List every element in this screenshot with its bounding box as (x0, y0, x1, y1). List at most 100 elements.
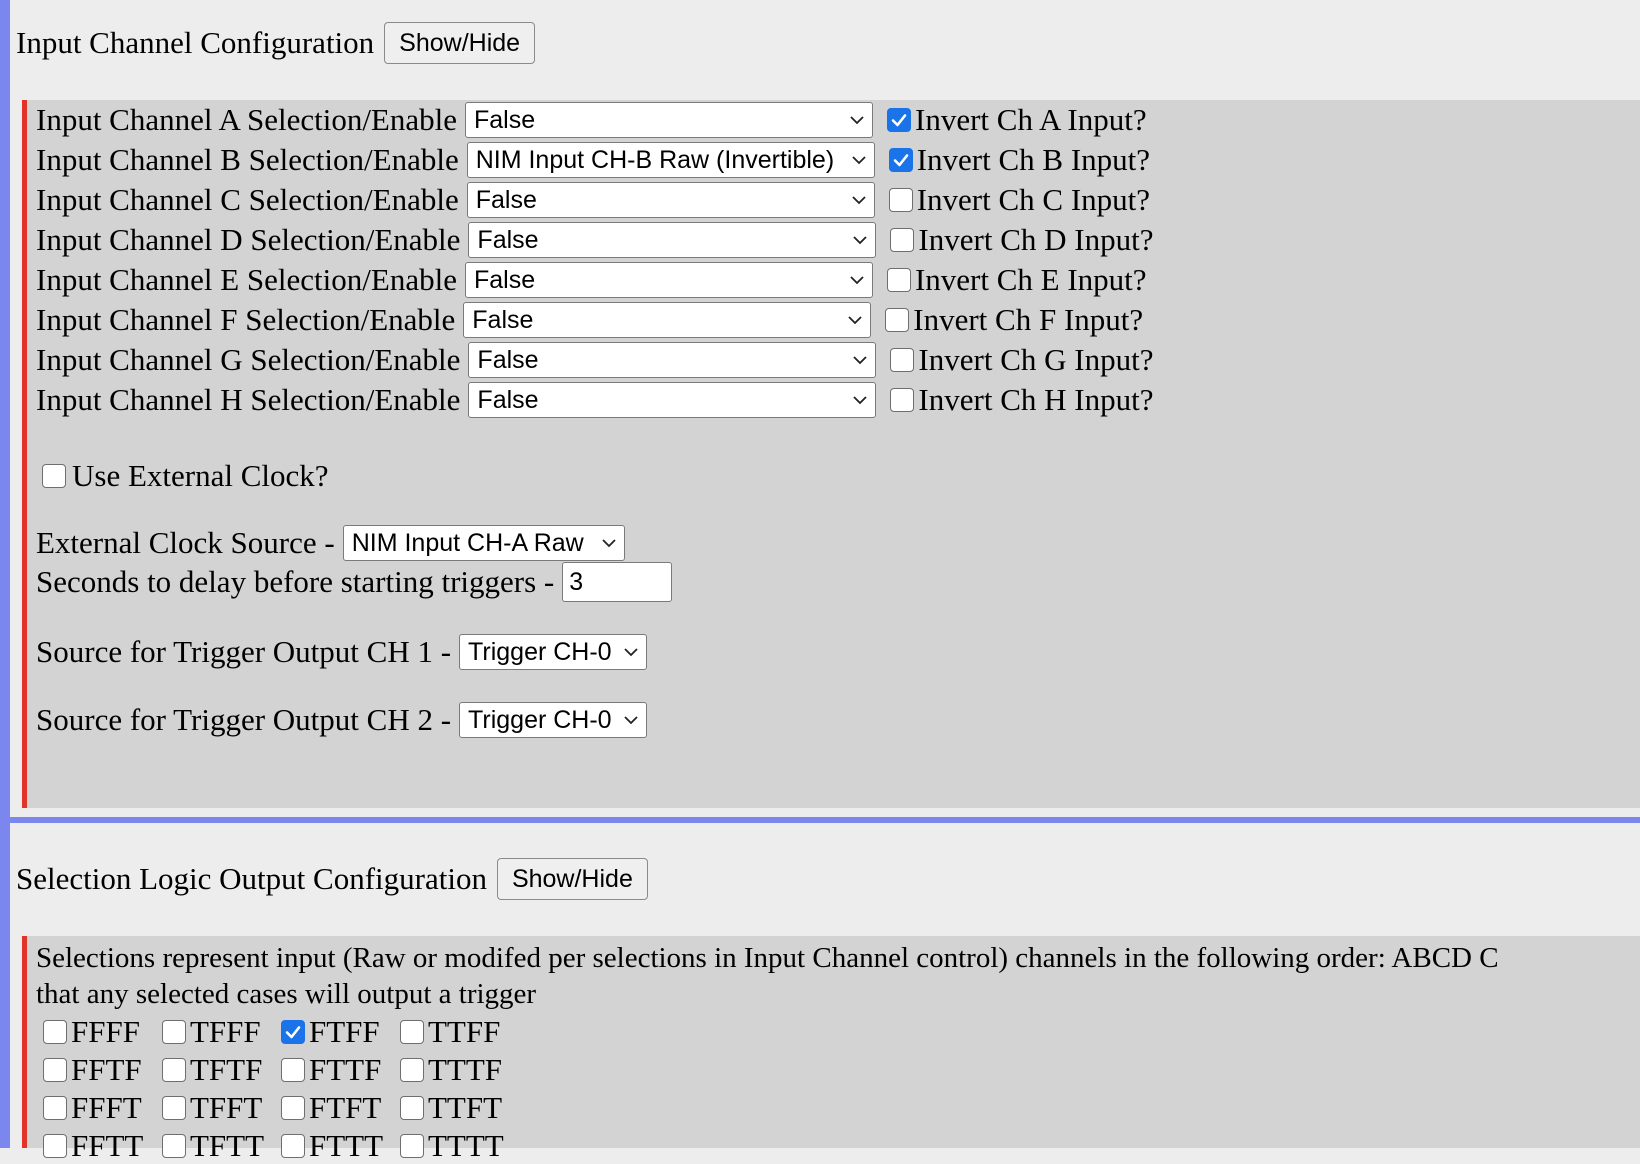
logic-case-option[interactable]: TTTT (400, 1128, 519, 1164)
logic-case-checkbox[interactable] (162, 1096, 186, 1120)
use-external-clock-label: Use External Clock? (72, 458, 329, 493)
logic-case-checkbox[interactable] (281, 1020, 305, 1044)
invert-checkbox[interactable] (890, 388, 915, 412)
logic-case-checkbox[interactable] (400, 1020, 424, 1044)
invert-label: Invert Ch F Input? (913, 302, 1144, 337)
logic-case-checkbox[interactable] (43, 1134, 67, 1158)
show-hide-button[interactable]: Show/Hide (496, 858, 648, 900)
invert-checkbox[interactable] (890, 228, 915, 252)
channel-select[interactable]: False (465, 102, 873, 138)
logic-case-label: TFTF (190, 1052, 263, 1087)
logic-case-checkbox[interactable] (43, 1020, 67, 1044)
trigger-out2-select[interactable]: Trigger CH-0 (459, 702, 648, 738)
channel-select[interactable]: False (464, 262, 873, 298)
channel-label: Input Channel C Selection/Enable (36, 182, 459, 217)
chevron-down-icon (850, 116, 864, 125)
chevron-down-icon (850, 276, 864, 285)
chevron-down-icon (624, 716, 638, 725)
logic-case-label: FFFT (71, 1090, 142, 1125)
logic-case-option[interactable]: TFFF (162, 1014, 281, 1050)
logic-case-label: TTFT (428, 1090, 503, 1125)
logic-case-checkbox[interactable] (400, 1058, 424, 1082)
logic-case-checkbox[interactable] (162, 1020, 186, 1044)
invert-label: Invert Ch D Input? (918, 222, 1154, 257)
logic-case-option[interactable]: FFFF (43, 1014, 162, 1050)
invert-label: Invert Ch C Input? (916, 182, 1151, 217)
selection-logic-config-header: Selection Logic Output Configuration Sho… (16, 858, 648, 900)
logic-case-label: TFFF (190, 1014, 261, 1049)
logic-case-checkbox[interactable] (400, 1096, 424, 1120)
left-accent-bar (0, 0, 10, 1148)
delay-label: Seconds to delay before starting trigger… (36, 564, 555, 599)
logic-case-option[interactable]: FFFT (43, 1090, 162, 1126)
invert-label: Invert Ch A Input? (915, 102, 1147, 137)
channel-select[interactable]: NIM Input CH-B Raw (Invertible) (466, 142, 875, 178)
logic-grid-row: FFTF TFTF FTTF TTTF (43, 1052, 519, 1088)
logic-case-option[interactable]: TFFT (162, 1090, 281, 1126)
logic-case-option[interactable]: FTFF (281, 1014, 400, 1050)
invert-checkbox[interactable] (886, 268, 911, 292)
invert-checkbox[interactable] (888, 148, 913, 172)
logic-case-option[interactable]: TTTF (400, 1052, 519, 1088)
clock-source-row: External Clock Source - NIM Input CH-A R… (36, 523, 625, 563)
logic-case-option[interactable]: FTTF (281, 1052, 400, 1088)
logic-case-checkbox[interactable] (162, 1058, 186, 1082)
logic-case-checkbox[interactable] (281, 1096, 305, 1120)
trigger-out1-select[interactable]: Trigger CH-0 (459, 634, 648, 670)
trigger-out1-row: Source for Trigger Output CH 1 - Trigger… (36, 632, 648, 672)
logic-case-checkbox[interactable] (281, 1134, 305, 1158)
channel-label: Input Channel G Selection/Enable (36, 342, 461, 377)
channel-label: Input Channel B Selection/Enable (36, 142, 459, 177)
channel-row: Input Channel H Selection/Enable False Inv… (36, 380, 1153, 420)
channel-row: Input Channel G Selection/Enable False Inv… (36, 340, 1153, 380)
channel-select[interactable]: False (463, 302, 872, 338)
logic-case-checkbox[interactable] (43, 1058, 67, 1082)
logic-case-label: FFTF (71, 1052, 142, 1087)
logic-case-checkbox[interactable] (400, 1134, 424, 1158)
logic-grid-row: FFFF TFFF FTFF TTFF (43, 1014, 519, 1050)
channel-select[interactable]: False (468, 222, 877, 258)
logic-case-option[interactable]: TTFF (400, 1014, 519, 1050)
channel-select[interactable]: False (466, 182, 875, 218)
logic-case-checkbox[interactable] (162, 1134, 186, 1158)
channel-row: Input Channel C Selection/Enable False Inv… (36, 180, 1150, 220)
channel-row: Input Channel D Selection/Enable False Inv… (36, 220, 1153, 260)
invert-label: Invert Ch B Input? (916, 142, 1151, 177)
clock-source-select[interactable]: NIM Input CH-A Raw (342, 525, 625, 561)
trigger-out2-row: Source for Trigger Output CH 2 - Trigger… (36, 700, 648, 740)
logic-case-checkbox[interactable] (281, 1058, 305, 1082)
logic-case-option[interactable]: TFTT (162, 1128, 281, 1164)
logic-case-option[interactable]: FTTT (281, 1128, 400, 1164)
channel-row: Input Channel E Selection/Enable False Inv… (36, 260, 1147, 300)
clock-source-label: External Clock Source - (36, 525, 335, 560)
logic-case-option[interactable]: TTFT (400, 1090, 519, 1126)
invert-checkbox[interactable] (890, 348, 915, 372)
chevron-down-icon (848, 316, 862, 325)
logic-case-option[interactable]: FFTT (43, 1128, 162, 1164)
trigger-out2-value: Trigger CH-0 (468, 705, 612, 734)
channel-row: Input Channel B Selection/Enable NIM Inpu… (36, 140, 1150, 180)
invert-checkbox[interactable] (888, 188, 913, 212)
use-external-clock-row: Use External Clock? (42, 456, 329, 496)
chevron-down-icon (852, 156, 866, 165)
logic-case-label: FTTF (309, 1052, 382, 1087)
channel-select[interactable]: False (468, 342, 877, 378)
channel-select-value: False (477, 385, 539, 414)
delay-input[interactable]: 3 (562, 562, 673, 602)
logic-case-option[interactable]: FTFT (281, 1090, 400, 1126)
invert-checkbox[interactable] (887, 108, 911, 132)
invert-checkbox[interactable] (885, 308, 910, 332)
logic-case-option[interactable]: FFTF (43, 1052, 162, 1088)
logic-case-label: FFFF (71, 1014, 140, 1049)
logic-case-option[interactable]: TFTF (162, 1052, 281, 1088)
show-hide-button[interactable]: Show/Hide (384, 22, 536, 64)
channel-label: Input Channel F Selection/Enable (36, 302, 456, 337)
trigger-out1-value: Trigger CH-0 (468, 637, 612, 666)
logic-case-checkbox[interactable] (43, 1096, 67, 1120)
checkmark-icon (285, 1026, 301, 1039)
channel-select[interactable]: False (468, 382, 877, 418)
use-external-clock-checkbox[interactable] (42, 464, 66, 488)
logic-case-label: TTFF (428, 1014, 501, 1049)
channel-select-value: False (477, 225, 539, 254)
chevron-down-icon (624, 648, 638, 657)
